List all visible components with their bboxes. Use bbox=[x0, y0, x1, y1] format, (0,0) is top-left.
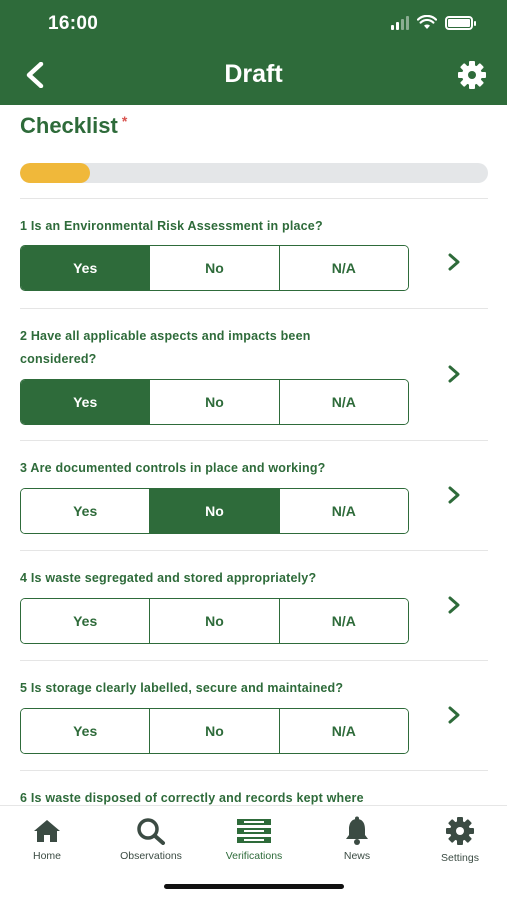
question-text: 2 Have all applicable aspects and impact… bbox=[20, 329, 311, 366]
battery-icon bbox=[445, 15, 476, 30]
answer-no-button[interactable]: No bbox=[150, 489, 280, 533]
divider bbox=[20, 440, 488, 441]
chevron-right-icon[interactable] bbox=[444, 595, 464, 615]
signal-icon bbox=[391, 15, 409, 30]
tab-observations[interactable]: Observations bbox=[101, 814, 201, 862]
progress-bar bbox=[20, 163, 488, 183]
tab-label: Observations bbox=[120, 850, 182, 862]
list-icon bbox=[237, 819, 271, 843]
page-title: Draft bbox=[224, 60, 283, 88]
status-icons bbox=[391, 15, 476, 30]
status-time: 16:00 bbox=[48, 13, 99, 34]
tab-home[interactable]: Home bbox=[0, 814, 97, 862]
divider bbox=[20, 550, 488, 551]
tab-label: Verifications bbox=[225, 850, 283, 862]
nav-bar: Draft bbox=[0, 48, 507, 105]
tab-label: Settings bbox=[441, 852, 479, 864]
question-text: 3 Are documented controls in place and w… bbox=[20, 461, 326, 475]
divider bbox=[20, 770, 488, 771]
divider bbox=[20, 198, 488, 199]
section-title: Checklist * bbox=[20, 113, 128, 138]
answer-yes-button[interactable]: Yes bbox=[21, 489, 151, 533]
question-4: 4 Is waste segregated and stored appropr… bbox=[20, 567, 488, 644]
answer-no-button[interactable]: No bbox=[150, 246, 280, 290]
required-marker: * bbox=[121, 113, 128, 129]
question-5: 5 Is storage clearly labelled, secure an… bbox=[20, 677, 488, 754]
question-2: 2 Have all applicable aspects and impact… bbox=[20, 325, 488, 425]
answer-na-button[interactable]: N/A bbox=[279, 599, 408, 643]
chevron-right-icon[interactable] bbox=[444, 705, 464, 725]
header: 16:00 Draft bbox=[0, 0, 507, 105]
answer-yes-button[interactable]: Yes bbox=[21, 599, 151, 643]
answer-na-button[interactable]: N/A bbox=[279, 709, 408, 753]
question-1: 1 Is an Environmental Risk Assessment in… bbox=[20, 215, 488, 291]
answer-segmented-control: Yes No N/A bbox=[20, 379, 409, 425]
tab-settings[interactable]: Settings bbox=[410, 814, 507, 864]
answer-no-button[interactable]: No bbox=[150, 599, 280, 643]
answer-no-button[interactable]: No bbox=[150, 380, 280, 424]
search-icon bbox=[137, 818, 165, 845]
answer-segmented-control: Yes No N/A bbox=[20, 708, 409, 754]
tab-verifications[interactable]: Verifications bbox=[204, 814, 304, 862]
question-text: 6 Is waste disposed of correctly and rec… bbox=[20, 791, 364, 805]
divider bbox=[20, 660, 488, 661]
question-text: 5 Is storage clearly labelled, secure an… bbox=[20, 681, 344, 695]
answer-yes-button[interactable]: Yes bbox=[21, 380, 151, 424]
bell-icon bbox=[346, 816, 368, 845]
home-icon bbox=[34, 820, 60, 842]
tab-news[interactable]: News bbox=[307, 814, 407, 862]
tab-label: Home bbox=[32, 850, 61, 862]
answer-no-button[interactable]: No bbox=[150, 709, 280, 753]
chevron-right-icon[interactable] bbox=[444, 252, 464, 272]
progress-fill bbox=[20, 163, 91, 183]
checklist-content[interactable]: Checklist * 1 Is an Environmental Risk As… bbox=[0, 105, 507, 805]
answer-segmented-control: Yes No N/A bbox=[20, 488, 409, 534]
question-text: 1 Is an Environmental Risk Assessment in… bbox=[20, 219, 323, 233]
wifi-icon bbox=[417, 15, 437, 29]
settings-button[interactable] bbox=[457, 60, 489, 92]
question-text: 4 Is waste segregated and stored appropr… bbox=[20, 571, 317, 585]
answer-na-button[interactable]: N/A bbox=[279, 489, 408, 533]
divider bbox=[20, 308, 488, 309]
answer-yes-button[interactable]: Yes bbox=[21, 709, 151, 753]
chevron-right-icon[interactable] bbox=[444, 485, 464, 505]
answer-segmented-control: Yes No N/A bbox=[20, 598, 409, 644]
answer-yes-button[interactable]: Yes bbox=[21, 246, 151, 290]
tab-label: News bbox=[343, 850, 371, 862]
gear-icon bbox=[446, 817, 474, 845]
answer-na-button[interactable]: N/A bbox=[279, 246, 408, 290]
question-6: 6 Is waste disposed of correctly and rec… bbox=[20, 787, 488, 805]
question-3: 3 Are documented controls in place and w… bbox=[20, 457, 488, 534]
answer-na-button[interactable]: N/A bbox=[279, 380, 408, 424]
chevron-right-icon[interactable] bbox=[444, 364, 464, 384]
answer-segmented-control: Yes No N/A bbox=[20, 245, 409, 291]
gear-icon bbox=[458, 61, 486, 89]
home-indicator bbox=[164, 884, 344, 889]
status-bar: 16:00 bbox=[0, 0, 507, 48]
